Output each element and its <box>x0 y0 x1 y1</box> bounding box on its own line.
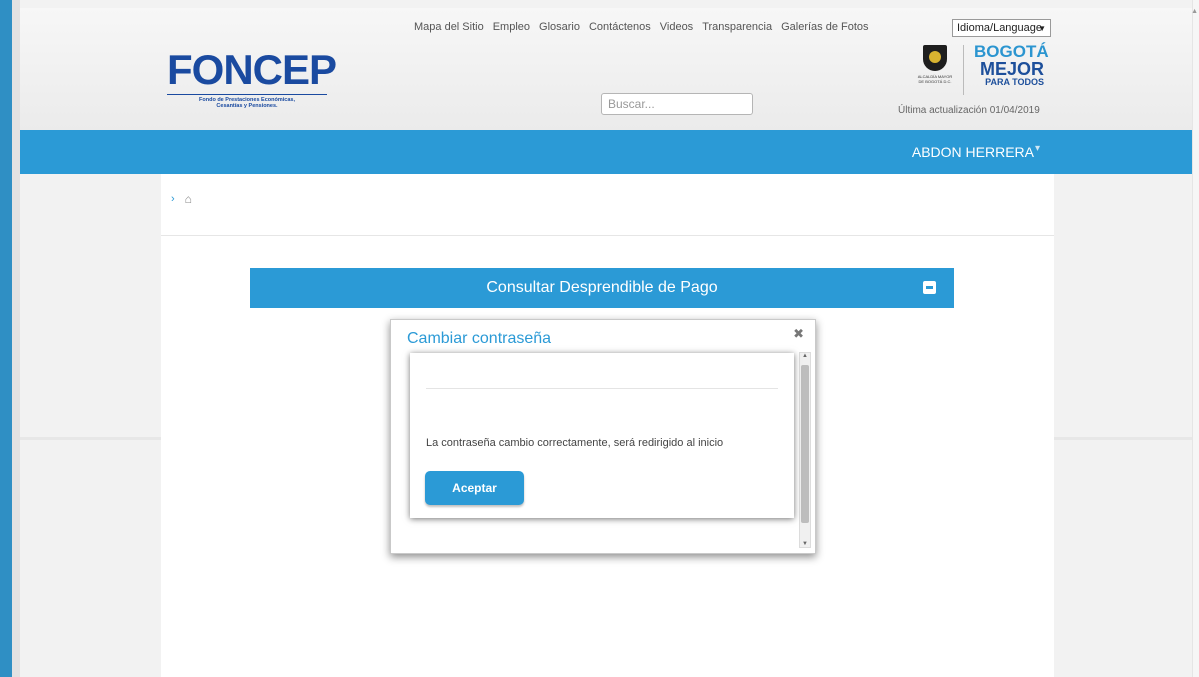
bogota-logo-line-2: MEJOR <box>979 59 1044 79</box>
alcaldia-seal-logo: ALCALDÍA MAYOR DE BOGOTÁ D.C. <box>912 45 958 91</box>
payment-slip-panel-header[interactable]: Consultar Desprendible de Pago <box>250 268 954 308</box>
home-icon[interactable]: ⌂ <box>185 192 192 206</box>
left-gutter <box>12 0 20 677</box>
link-glossary[interactable]: Glosario <box>539 21 580 33</box>
last-update-text: Última actualización 01/04/2019 <box>898 105 1040 116</box>
logo-subtitle: Fondo de Prestaciones Económicas, Cesant… <box>167 94 327 109</box>
seal-text-line-2: DE BOGOTÁ D.C. <box>918 79 952 84</box>
scroll-up-arrow-icon[interactable]: ▲ <box>1191 8 1198 15</box>
panel-title: Consultar Desprendible de Pago <box>486 279 718 296</box>
link-contact[interactable]: Contáctenos <box>589 21 651 33</box>
link-employment[interactable]: Empleo <box>493 21 530 33</box>
shield-icon <box>923 45 947 71</box>
breadcrumb: › ⌂ <box>171 192 192 206</box>
logo-divider <box>963 45 964 95</box>
logo-subtitle-line-2: Cesantías y Pensiones. <box>216 103 278 109</box>
main-navbar: ABDON HERRERA ▾ <box>20 130 1192 174</box>
card-divider <box>426 388 778 389</box>
confirmation-message: La contraseña cambio correctamente, será… <box>426 437 724 449</box>
dialog-title: Cambiar contraseña <box>407 330 552 347</box>
window-scrollbar[interactable]: ▲ <box>1191 0 1199 677</box>
link-videos[interactable]: Videos <box>660 21 693 33</box>
search-input[interactable] <box>601 93 753 115</box>
collapse-icon[interactable] <box>923 281 936 294</box>
foncep-logo[interactable]: FONCEP Fondo de Prestaciones Económicas,… <box>167 46 337 116</box>
seal-text: ALCALDÍA MAYOR DE BOGOTÁ D.C. <box>912 74 958 84</box>
bogota-logo-line-1: BOGOTÁ <box>974 42 1049 61</box>
link-photo-galleries[interactable]: Galerías de Fotos <box>781 21 868 33</box>
bogota-logo-line-3: PARA TODOS <box>985 77 1044 87</box>
top-links-nav: Mapa del Sitio Empleo Glosario Contácten… <box>414 21 878 33</box>
dialog-scrollbar[interactable]: ▲ ▼ <box>799 352 811 548</box>
link-site-map[interactable]: Mapa del Sitio <box>414 21 484 33</box>
user-menu[interactable]: ABDON HERRERA <box>912 144 1034 160</box>
breadcrumb-chevron-icon: › <box>171 193 175 205</box>
side-band-right <box>1054 437 1192 440</box>
confirmation-card: La contraseña cambio correctamente, será… <box>410 353 794 518</box>
user-menu-caret-icon[interactable]: ▾ <box>1035 143 1040 154</box>
bogota-mejor-logo: BOGOTÁ MEJOR PARA TODOS <box>974 42 1049 93</box>
logo-wordmark: FONCEP <box>167 46 337 93</box>
scroll-down-icon[interactable]: ▼ <box>802 541 808 547</box>
scroll-up-icon[interactable]: ▲ <box>802 353 808 359</box>
link-transparency[interactable]: Transparencia <box>702 21 772 33</box>
content-divider <box>161 235 1054 236</box>
language-select[interactable]: Idioma/Language ▼ <box>952 19 1051 37</box>
language-select-value: Idioma/Language <box>957 22 1043 34</box>
dialog-scroll-thumb[interactable] <box>801 365 809 523</box>
side-band-left <box>20 437 161 440</box>
chevron-down-icon: ▼ <box>1038 24 1046 33</box>
accept-button[interactable]: Aceptar <box>425 471 524 505</box>
close-icon[interactable]: ✖ <box>793 326 804 342</box>
left-accent-bar <box>0 0 12 677</box>
